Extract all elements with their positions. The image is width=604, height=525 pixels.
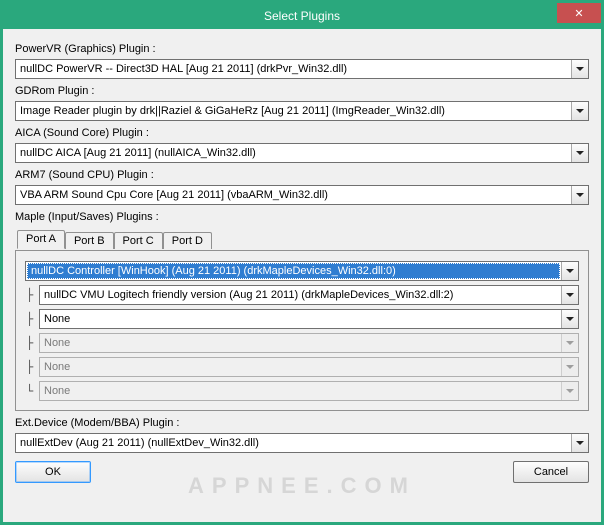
select-plugins-window: Select Plugins ✕ PowerVR (Graphics) Plug… (0, 0, 604, 525)
ok-button[interactable]: OK (15, 461, 91, 483)
maple-main-device-value: nullDC Controller [WinHook] (Aug 21 2011… (27, 263, 560, 279)
extdev-label: Ext.Device (Modem/BBA) Plugin : (15, 417, 589, 429)
chevron-down-icon[interactable] (571, 434, 588, 452)
chevron-down-icon[interactable] (571, 60, 588, 78)
maple-subdevice-5-value: None (40, 385, 561, 397)
maple-subdevice-row-1: ├ nullDC VMU Logitech friendly version (… (25, 285, 579, 305)
cancel-button[interactable]: Cancel (513, 461, 589, 483)
extdev-plugin-value: nullExtDev (Aug 21 2011) (nullExtDev_Win… (16, 437, 571, 449)
chevron-down-icon (561, 358, 578, 376)
tree-branch-icon: ├ (25, 361, 39, 373)
maple-subdevice-row-5: └ None (25, 381, 579, 401)
tree-end-icon: └ (25, 385, 39, 397)
aica-plugin-combo[interactable]: nullDC AICA [Aug 21 2011] (nullAICA_Win3… (15, 143, 589, 163)
maple-subdevice-1-combo[interactable]: nullDC VMU Logitech friendly version (Au… (39, 285, 579, 305)
maple-subdevice-1-value: nullDC VMU Logitech friendly version (Au… (40, 289, 561, 301)
chevron-down-icon (561, 382, 578, 400)
maple-subdevice-row-3: ├ None (25, 333, 579, 353)
maple-subdevice-4-value: None (40, 361, 561, 373)
maple-subdevice-row-4: ├ None (25, 357, 579, 377)
chevron-down-icon (561, 334, 578, 352)
aica-label: AICA (Sound Core) Plugin : (15, 127, 589, 139)
maple-subdevice-4-combo: None (39, 357, 579, 377)
chevron-down-icon[interactable] (571, 186, 588, 204)
powervr-plugin-combo[interactable]: nullDC PowerVR -- Direct3D HAL [Aug 21 2… (15, 59, 589, 79)
maple-subdevice-2-combo[interactable]: None (39, 309, 579, 329)
tree-branch-icon: ├ (25, 289, 39, 301)
maple-subdevice-3-combo: None (39, 333, 579, 353)
window-close-button[interactable]: ✕ (557, 3, 601, 23)
maple-label: Maple (Input/Saves) Plugins : (15, 211, 589, 223)
chevron-down-icon[interactable] (571, 144, 588, 162)
tab-port-a[interactable]: Port A (17, 230, 65, 249)
gdrom-plugin-combo[interactable]: Image Reader plugin by drk||Raziel & GiG… (15, 101, 589, 121)
gdrom-label: GDRom Plugin : (15, 85, 589, 97)
dialog-button-row: OK Cancel (15, 461, 589, 483)
extdev-plugin-combo[interactable]: nullExtDev (Aug 21 2011) (nullExtDev_Win… (15, 433, 589, 453)
maple-port-a-panel: nullDC Controller [WinHook] (Aug 21 2011… (15, 250, 589, 411)
title-bar: Select Plugins ✕ (3, 3, 601, 29)
chevron-down-icon[interactable] (561, 310, 578, 328)
maple-tabs: Port A Port B Port C Port D (15, 229, 589, 248)
powervr-label: PowerVR (Graphics) Plugin : (15, 43, 589, 55)
arm7-plugin-value: VBA ARM Sound Cpu Core [Aug 21 2011] (vb… (16, 189, 571, 201)
close-icon: ✕ (574, 7, 583, 20)
tree-branch-icon: ├ (25, 337, 39, 349)
maple-main-device-combo[interactable]: nullDC Controller [WinHook] (Aug 21 2011… (25, 261, 579, 281)
maple-subdevice-2-value: None (40, 313, 561, 325)
gdrom-plugin-value: Image Reader plugin by drk||Raziel & GiG… (16, 105, 571, 117)
powervr-plugin-value: nullDC PowerVR -- Direct3D HAL [Aug 21 2… (16, 63, 571, 75)
aica-plugin-value: nullDC AICA [Aug 21 2011] (nullAICA_Win3… (16, 147, 571, 159)
window-title: Select Plugins (264, 9, 340, 23)
maple-subdevice-row-2: ├ None (25, 309, 579, 329)
arm7-label: ARM7 (Sound CPU) Plugin : (15, 169, 589, 181)
chevron-down-icon[interactable] (571, 102, 588, 120)
chevron-down-icon[interactable] (561, 262, 578, 280)
client-area: PowerVR (Graphics) Plugin : nullDC Power… (3, 29, 601, 522)
arm7-plugin-combo[interactable]: VBA ARM Sound Cpu Core [Aug 21 2011] (vb… (15, 185, 589, 205)
tab-port-b[interactable]: Port B (65, 232, 114, 249)
chevron-down-icon[interactable] (561, 286, 578, 304)
tab-port-c[interactable]: Port C (114, 232, 163, 249)
maple-subdevice-5-combo: None (39, 381, 579, 401)
tree-branch-icon: ├ (25, 313, 39, 325)
tab-port-d[interactable]: Port D (163, 232, 212, 249)
maple-subdevice-3-value: None (40, 337, 561, 349)
